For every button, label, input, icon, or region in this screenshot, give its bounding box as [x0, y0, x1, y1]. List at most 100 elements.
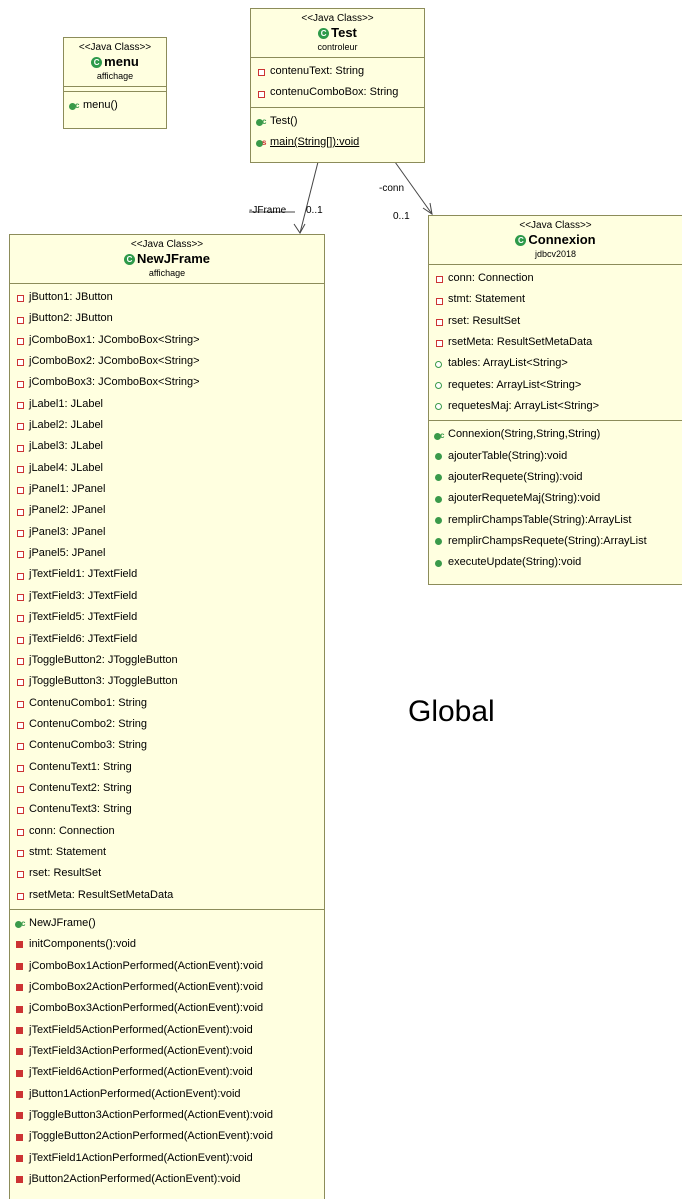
constructor-icon: [434, 425, 445, 446]
public-method-icon: [434, 515, 445, 526]
role-label-jframe: -JFrame: [249, 205, 287, 216]
member-text: ContenuText3: String: [29, 803, 132, 816]
method-row: jTextField6ActionPerformed(ActionEvent):…: [15, 1062, 324, 1083]
public-method-icon: [434, 472, 445, 483]
attribute-row: contenuText: String: [256, 61, 424, 82]
private-field-icon: [434, 337, 445, 348]
method-row: jButton2ActionPerformed(ActionEvent):voi…: [15, 1169, 324, 1190]
class-icon: C: [318, 28, 330, 39]
member-text: rsetMeta: ResultSetMetaData: [29, 888, 174, 901]
member-text: stmt: Statement: [448, 293, 526, 306]
private-field-icon: [256, 88, 267, 99]
private-method-icon: [15, 982, 26, 993]
attribute-row: jLabel2: JLabel: [15, 415, 324, 436]
attribute-row: rsetMeta: ResultSetMetaData: [15, 885, 324, 906]
attribute-row: rsetMeta: ResultSetMetaData: [434, 332, 682, 353]
private-field-icon: [15, 762, 26, 773]
private-field-icon: [15, 506, 26, 517]
private-method-icon: [15, 939, 26, 950]
attribute-row: conn: Connection: [15, 821, 324, 842]
class-icon: C: [91, 57, 103, 68]
constructor-icon: [256, 111, 267, 132]
role-label-conn: -conn: [379, 183, 405, 194]
private-field-icon: [15, 463, 26, 474]
member-text: jComboBox1ActionPerformed(ActionEvent):v…: [29, 959, 264, 972]
attributes-section: conn: Connection stmt: Statement rset: Res…: [429, 265, 682, 422]
member-text: jToggleButton2: JToggleButton: [29, 653, 178, 666]
private-field-icon: [15, 676, 26, 687]
private-field-icon: [15, 890, 26, 901]
attribute-row: ContenuCombo1: String: [15, 693, 324, 714]
attribute-row: jPanel1: JPanel: [15, 479, 324, 500]
attribute-row: jTextField5: JTextField: [15, 607, 324, 628]
member-text: jPanel5: JPanel: [29, 547, 106, 560]
private-field-icon: [15, 548, 26, 559]
private-field-icon: [15, 527, 26, 538]
member-text: jTextField1ActionPerformed(ActionEvent):…: [29, 1151, 253, 1164]
method-row: jToggleButton2ActionPerformed(ActionEven…: [15, 1126, 324, 1147]
attribute-row: contenuComboBox: String: [256, 82, 424, 103]
class-newjframe[interactable]: <<Java Class>> C NewJFrame affichage jBut…: [9, 234, 325, 1199]
attributes-section: jButton1: JButton jButton2: JButton jCombo…: [10, 284, 324, 910]
attribute-row: ContenuCombo3: String: [15, 735, 324, 756]
class-test[interactable]: <<Java Class>> C Test controleur contenuT…: [250, 8, 425, 163]
private-field-icon: [15, 314, 26, 325]
private-field-icon: [15, 612, 26, 623]
member-text: menu(): [83, 99, 118, 111]
multiplicity-conn: 0..1: [393, 211, 410, 222]
private-field-icon: [15, 804, 26, 815]
attribute-row: jPanel3: JPanel: [15, 522, 324, 543]
package-name: affichage: [96, 71, 134, 81]
method-row: jComboBox3ActionPerformed(ActionEvent):v…: [15, 998, 324, 1019]
member-text: ContenuCombo3: String: [29, 739, 148, 752]
method-row: executeUpdate(String):void: [434, 552, 682, 573]
member-text: jLabel3: JLabel: [29, 440, 104, 453]
member-text: ContenuText2: String: [29, 781, 132, 794]
member-text: jTextField3ActionPerformed(ActionEvent):…: [29, 1045, 253, 1058]
methods-section: Test() main(String[]):void: [251, 108, 424, 157]
association-test-newjframe: [299, 161, 319, 234]
class-test-header: <<Java Class>> C Test controleur: [251, 9, 424, 58]
private-method-icon: [15, 1025, 26, 1036]
methods-section: NewJFrame() initComponents():void jComboBo…: [10, 910, 324, 1193]
member-text: requetesMaj: ArrayList<String>: [448, 400, 600, 413]
stereotype: <<Java Class>>: [301, 13, 374, 24]
method-row: jComboBox2ActionPerformed(ActionEvent):v…: [15, 977, 324, 998]
private-method-icon: [15, 1068, 26, 1079]
private-field-icon: [434, 316, 445, 327]
class-name: Cmenu: [66, 54, 164, 70]
class-connexion[interactable]: <<Java Class>> C Connexion jdbcv2018 conn…: [428, 215, 682, 585]
member-text: ContenuText1: String: [29, 760, 132, 773]
member-text: rset: ResultSet: [29, 867, 102, 880]
attribute-row: jComboBox3: JComboBox<String>: [15, 372, 324, 393]
private-method-icon: [15, 961, 26, 972]
method-row: ajouterRequeteMaj(String):void: [434, 488, 682, 509]
member-text: jPanel2: JPanel: [29, 504, 106, 517]
method-row: remplirChampsRequete(String):ArrayList: [434, 531, 682, 552]
class-menu[interactable]: <<Java Class>> Cmenu affichage menu(): [63, 37, 167, 129]
attribute-row: stmt: Statement: [434, 289, 682, 310]
private-field-icon: [15, 719, 26, 730]
arrowhead-newjframe: [293, 223, 306, 234]
member-text: ajouterRequete(String):void: [448, 471, 583, 484]
attribute-row: jTextField6: JTextField: [15, 629, 324, 650]
attribute-row: stmt: Statement: [15, 842, 324, 863]
member-text: jToggleButton3: JToggleButton: [29, 675, 178, 688]
method-row: jTextField3ActionPerformed(ActionEvent):…: [15, 1041, 324, 1062]
private-method-icon: [15, 1132, 26, 1143]
static-method-icon: [256, 132, 267, 154]
attribute-row: jLabel4: JLabel: [15, 458, 324, 479]
constructor-icon: [69, 95, 80, 117]
private-method-icon: [15, 1110, 26, 1121]
member-text: jComboBox3ActionPerformed(ActionEvent):v…: [29, 1002, 264, 1015]
public-field-icon: [434, 359, 445, 370]
member-text: conn: Connection: [29, 824, 115, 837]
private-field-icon: [15, 783, 26, 794]
attribute-row: jLabel1: JLabel: [15, 394, 324, 415]
private-field-icon: [15, 740, 26, 751]
attribute-row: rset: ResultSet: [434, 311, 682, 332]
attribute-row: jTextField3: JTextField: [15, 586, 324, 607]
package-name: affichage: [148, 268, 186, 278]
attribute-row: ContenuText1: String: [15, 757, 324, 778]
private-field-icon: [15, 484, 26, 495]
